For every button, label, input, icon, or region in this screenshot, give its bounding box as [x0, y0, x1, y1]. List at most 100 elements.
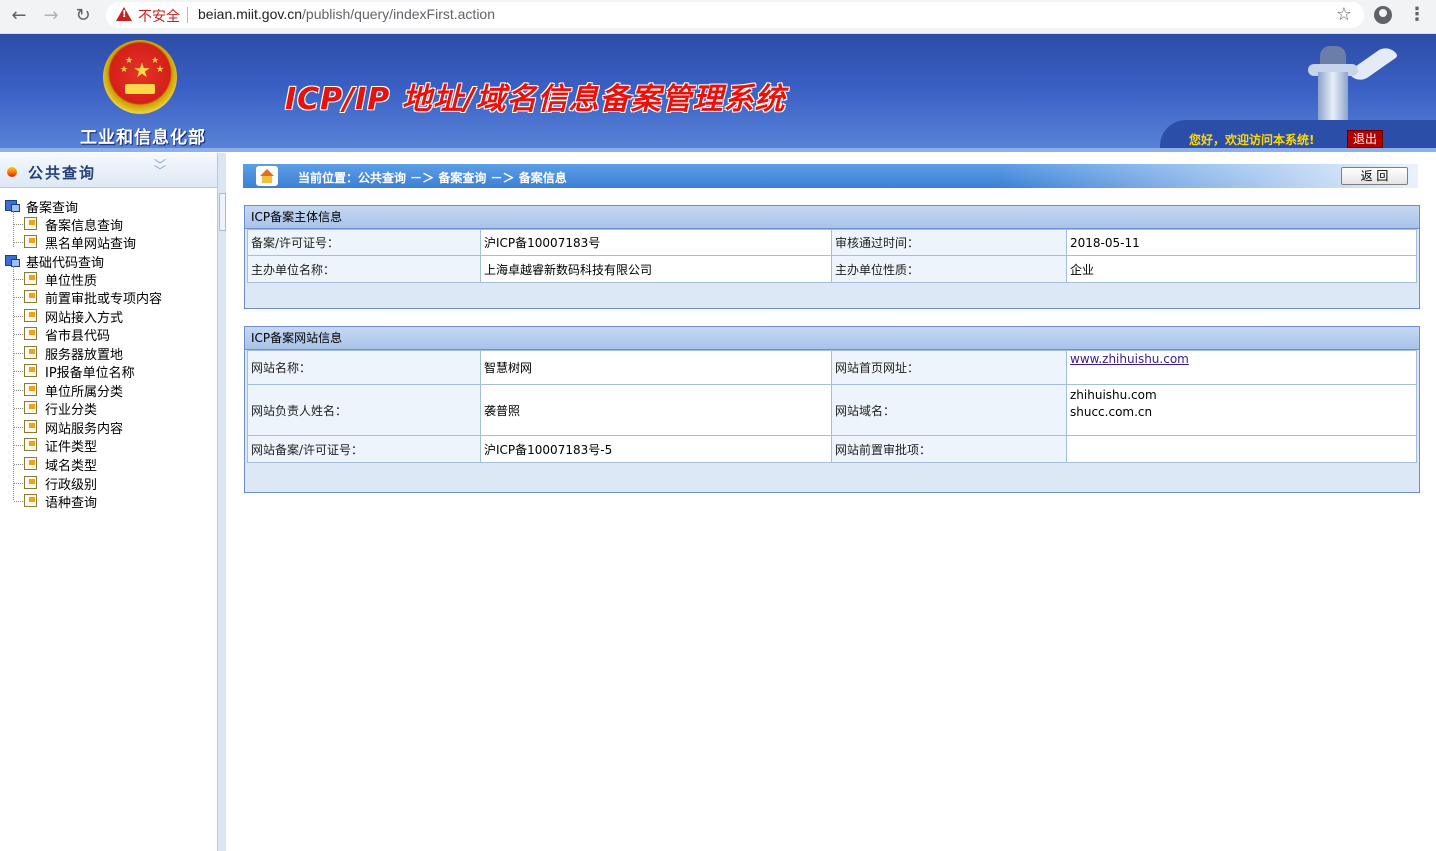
document-icon [24, 383, 37, 396]
tree-branch [14, 445, 23, 446]
welcome-text: 您好，欢迎访问本系统! [1189, 133, 1315, 147]
url-host: beian.miit.gov.cn [198, 6, 303, 22]
reload-icon[interactable]: ↻ [71, 5, 95, 27]
field-label: 审核通过时间： [831, 229, 1067, 256]
tree-item-label: 单位性质 [45, 274, 98, 289]
subject-info-table: 备案/许可证号： 沪ICP备10007183号 审核通过时间： 2018-05-… [247, 229, 1417, 283]
tree-branch [14, 242, 23, 243]
field-value: 2018-05-11 [1066, 229, 1417, 256]
field-label: 网站负责人姓名： [247, 384, 481, 436]
table-row: 网站负责人姓名： 袭普照 网站域名： zhihuishu.com shucc.c… [247, 384, 1417, 436]
tree-item-label: 网站服务内容 [45, 422, 124, 437]
document-icon [24, 327, 37, 340]
document-icon [24, 235, 37, 248]
breadcrumb-text: 当前位置：公共查询 －＞ 备案查询 －＞ 备案信息 [298, 171, 567, 185]
tree-branch [14, 224, 23, 225]
tree-branch [14, 297, 23, 298]
website-info-panel: ICP备案网站信息 网站名称： 智慧树网 网站首页网址： www.zhihuis… [244, 326, 1420, 493]
ministry-name: 工业和信息化部 [80, 128, 206, 148]
document-icon [24, 309, 37, 322]
table-row: 网站名称： 智慧树网 网站首页网址： www.zhihuishu.com [247, 350, 1417, 385]
back-button[interactable]: 返 回 [1341, 167, 1408, 185]
tree-group-label: 基础代码查询 [26, 256, 105, 271]
pillar-lion [1320, 46, 1346, 66]
field-label: 主办单位性质： [831, 255, 1067, 283]
forward-arrow-icon[interactable]: → [39, 5, 63, 27]
url-text[interactable]: beian.miit.gov.cn/publish/query/indexFir… [198, 6, 495, 22]
document-icon [24, 217, 37, 230]
browser-menu-icon[interactable]: ⋮ [1408, 4, 1426, 25]
field-value: zhihuishu.com shucc.com.cn [1066, 384, 1417, 436]
field-value: 智慧树网 [480, 350, 832, 385]
tree-branch [14, 464, 23, 465]
field-label: 网站备案/许可证号： [247, 435, 481, 463]
field-label: 网站前置审批项： [831, 435, 1067, 463]
tree-item-label: 单位所属分类 [45, 385, 124, 400]
field-label: 备案/许可证号： [247, 229, 481, 256]
emblem-small-star: ★ [156, 65, 165, 75]
document-icon [24, 364, 37, 377]
sidebar-splitter[interactable] [217, 153, 226, 851]
tree-item-label: IP报备单位名称 [45, 366, 135, 381]
tree-item-label: 黑名单网站查询 [45, 237, 137, 252]
document-icon [24, 457, 37, 470]
tree-branch [14, 501, 23, 502]
domain-item: zhihuishu.com [1070, 388, 1157, 402]
emblem-gate [125, 84, 155, 94]
tree-item-label: 网站接入方式 [45, 311, 124, 326]
national-emblem-icon: ★ ★ ★ ★ ★ [103, 40, 177, 114]
tree-item-label: 备案信息查询 [45, 219, 124, 234]
tree-branch [14, 353, 23, 354]
system-title: ICP/IP 地址/域名信息备案管理系统 [285, 82, 786, 117]
field-value: 沪ICP备10007183号 [480, 229, 832, 256]
homepage-link[interactable]: www.zhihuishu.com [1070, 352, 1189, 366]
document-icon [24, 494, 37, 507]
site-header: ★ ★ ★ ★ ★ 工业和信息化部 ICP/IP 地址/域名信息备案管理系统 您… [0, 34, 1436, 152]
tree-item-label: 服务器放置地 [45, 348, 124, 363]
url-path: /publish/query/indexFirst.action [302, 6, 496, 22]
sidebar-header[interactable]: 公共查询 ﹀ ﹀ [0, 153, 217, 188]
bullet-icon [7, 167, 17, 177]
profile-avatar-icon[interactable] [1374, 6, 1392, 24]
back-arrow-icon[interactable]: ← [7, 5, 31, 27]
tree-branch [14, 279, 23, 280]
tree-item-label: 前置审批或专项内容 [45, 292, 163, 307]
tree-item-label: 证件类型 [45, 440, 98, 455]
tree-branch [14, 408, 23, 409]
document-icon [24, 290, 37, 303]
document-icon [24, 401, 37, 414]
url-divider [187, 7, 188, 23]
emblem-big-star: ★ [133, 58, 151, 82]
sidebar: 公共查询 ﹀ ﹀ 备案查询 备案信息查询 黑名单网站查询 基础代码查询 单位性质 … [0, 153, 217, 851]
address-bar[interactable]: ! 不安全 beian.miit.gov.cn/publish/query/in… [106, 2, 1364, 28]
tree-group-label: 备案查询 [26, 201, 79, 216]
bookmark-star-icon[interactable]: ☆ [1336, 4, 1352, 25]
insecure-label[interactable]: 不安全 [138, 6, 180, 26]
logout-button[interactable]: 退出 [1347, 130, 1383, 148]
table-row: 备案/许可证号： 沪ICP备10007183号 审核通过时间： 2018-05-… [247, 229, 1417, 256]
warning-icon[interactable]: ! [116, 7, 132, 21]
field-value: 袭普照 [480, 384, 832, 436]
tree-item-label: 省市县代码 [45, 329, 111, 344]
document-icon [24, 420, 37, 433]
domain-item: shucc.com.cn [1070, 405, 1153, 419]
chevron-down-icon[interactable]: ﹀ ﹀ [154, 159, 166, 177]
panel-title: ICP备案网站信息 [245, 327, 1419, 350]
document-icon [24, 346, 37, 359]
website-info-table: 网站名称： 智慧树网 网站首页网址： www.zhihuishu.com 网站负… [247, 350, 1417, 463]
document-icon [24, 476, 37, 489]
splitter-handle[interactable] [219, 193, 226, 231]
field-label: 主办单位名称： [247, 255, 481, 283]
folder-icon [5, 255, 20, 267]
field-value: 企业 [1066, 255, 1417, 283]
tree-item-label: 域名类型 [45, 459, 98, 474]
table-row: 主办单位名称： 上海卓越睿新数码科技有限公司 主办单位性质： 企业 [247, 255, 1417, 283]
home-icon[interactable] [256, 166, 278, 186]
tree-item-label: 行业分类 [45, 403, 98, 418]
emblem-small-star: ★ [120, 65, 129, 75]
tree-branch [14, 316, 23, 317]
tree-branch [14, 390, 23, 391]
tree-branch [14, 483, 23, 484]
table-row: 网站备案/许可证号： 沪ICP备10007183号-5 网站前置审批项： [247, 435, 1417, 463]
panel-title: ICP备案主体信息 [245, 206, 1419, 229]
